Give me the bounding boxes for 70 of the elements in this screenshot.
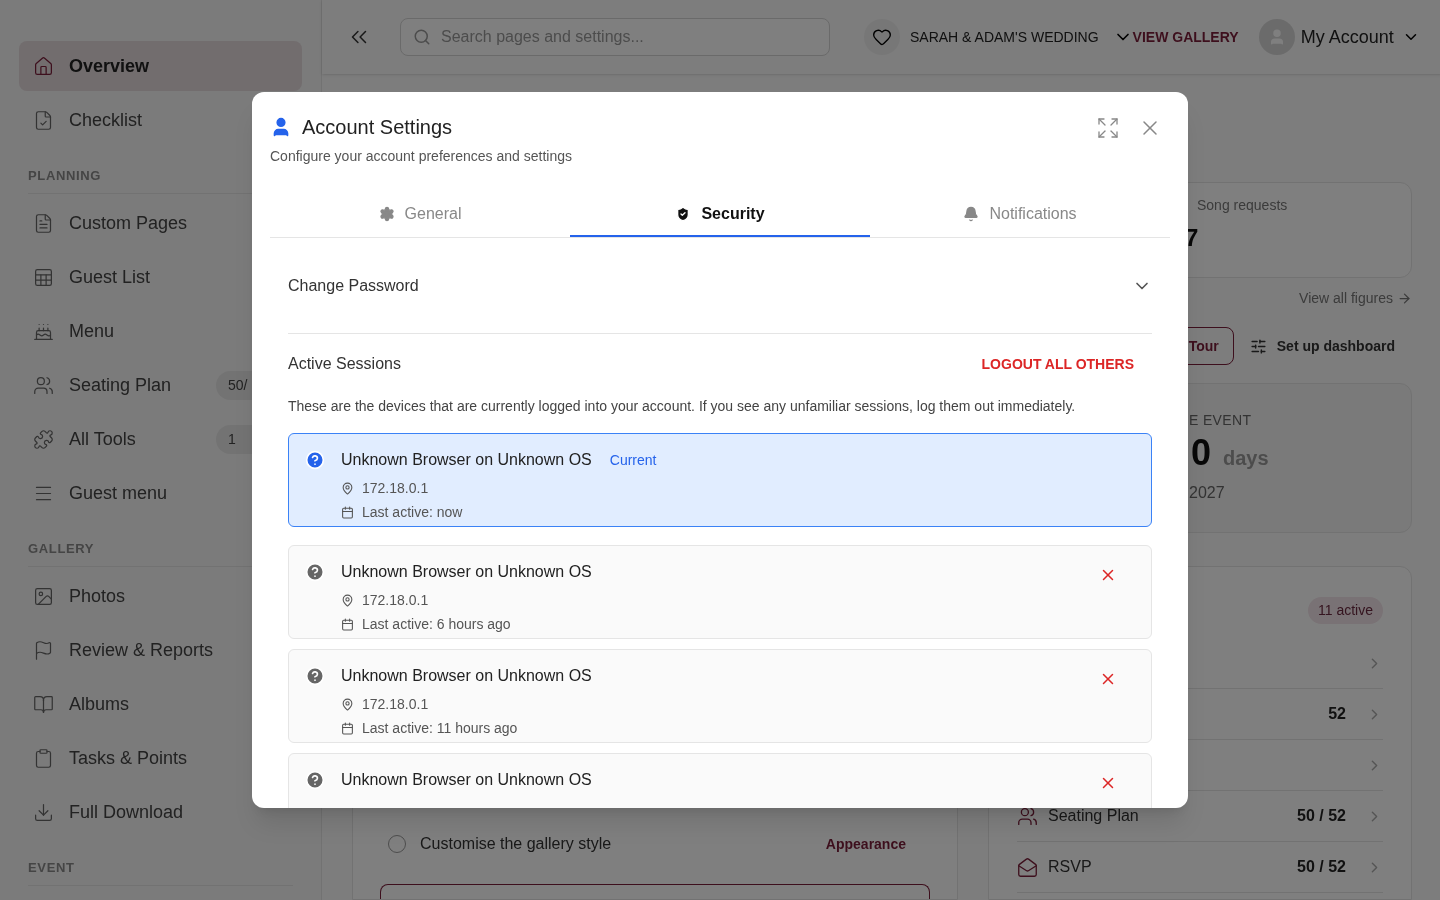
appearance-link[interactable]: Appearance (825, 833, 906, 855)
document-check-icon (33, 109, 54, 131)
table-icon (33, 266, 54, 288)
session-title: Unknown Browser on Unknown OS (341, 450, 592, 470)
envelope-icon (1017, 856, 1038, 878)
session-title: Unknown Browser on Unknown OS (341, 770, 592, 790)
help-icon (305, 450, 325, 470)
sidebar-item[interactable]: Overview (19, 41, 302, 91)
countdown-number: 0 (1191, 435, 1212, 471)
book-icon (33, 693, 54, 715)
session-title: Unknown Browser on Unknown OS (341, 562, 592, 582)
tab[interactable]: Notifications (870, 193, 1170, 237)
sidebar-item[interactable]: Albums (19, 679, 302, 729)
expand-icon[interactable] (1096, 116, 1120, 140)
arrow-right-icon (1397, 291, 1412, 306)
last-active: Last active: 6 hours ago (362, 615, 511, 634)
current-label: Current (609, 450, 657, 470)
image-icon (33, 585, 54, 607)
help-icon (305, 666, 325, 686)
sidebar-item[interactable]: Checklist (19, 95, 302, 145)
ip-address: 172.18.0.1 (362, 591, 429, 610)
status-badge: 11 active (1308, 597, 1383, 624)
task-label: Customise the gallery style (420, 834, 612, 854)
pin-icon (341, 482, 354, 495)
ip-address: 172.18.0.1 (362, 479, 429, 498)
dialog-subtitle: Configure your account preferences and settings (270, 147, 572, 166)
stat-label: Song requests (1197, 196, 1289, 215)
ip-address: 172.18.0.1 (362, 695, 429, 714)
people-icon (1017, 805, 1038, 827)
tab[interactable]: Security (570, 193, 870, 237)
calendar-icon (341, 506, 354, 519)
calendar-icon (341, 618, 354, 631)
event-selector[interactable]: SARAH & ADAM'S WEDDING (864, 19, 1133, 55)
puzzle-icon (33, 428, 54, 450)
description: These are the devices that are currently logged into your account. If you see any unfamiliar sessions, log them out immediately. (288, 397, 1077, 416)
document-icon (33, 212, 54, 234)
people-icon (33, 374, 54, 396)
house-icon (33, 55, 54, 77)
setup-dashboard-button[interactable]: Set up dashboard (1249, 335, 1395, 357)
last-active: Last active: 11 hours ago (362, 719, 518, 738)
sidebar-item[interactable]: Photos (19, 571, 302, 621)
sidebar-item[interactable]: Full Download (19, 787, 302, 837)
shield-check-icon (675, 206, 692, 222)
sidebar-item[interactable]: Review & Reports (19, 625, 302, 675)
calendar-icon (341, 722, 354, 735)
clipboard-icon (33, 747, 54, 769)
section-title: Active Sessions (288, 354, 401, 374)
flag-icon (33, 639, 54, 661)
sidebar-item[interactable]: Tasks & Points (19, 733, 302, 783)
accordion-header[interactable]: Change Password (288, 238, 1152, 334)
pin-icon (341, 594, 354, 607)
countdown-label: E EVENT (1189, 411, 1253, 430)
search-icon (413, 28, 431, 46)
session-title: Unknown Browser on Unknown OS (341, 666, 592, 686)
sidebar-item[interactable]: Guest menu (19, 468, 302, 518)
account-menu[interactable]: My Account (1258, 19, 1420, 55)
gear-icon (378, 206, 395, 222)
help-icon (305, 562, 325, 582)
view-gallery-link[interactable]: VIEW GALLERY (1132, 26, 1239, 48)
overview-row[interactable]: RSVP 50 / 52 (1017, 842, 1383, 893)
last-active: Last active: now (362, 503, 463, 522)
view-all-link[interactable]: View all figures (1299, 288, 1412, 309)
dialog-title: Account Settings (302, 115, 453, 140)
help-icon (305, 770, 325, 790)
bell-icon (963, 206, 980, 222)
logout-all-button[interactable]: LOGOUT ALL OTHERS (981, 353, 1134, 375)
countdown-date: 2027 (1189, 483, 1226, 503)
pin-icon (341, 698, 354, 711)
sliders-icon (1249, 337, 1267, 355)
download-icon (33, 801, 54, 823)
